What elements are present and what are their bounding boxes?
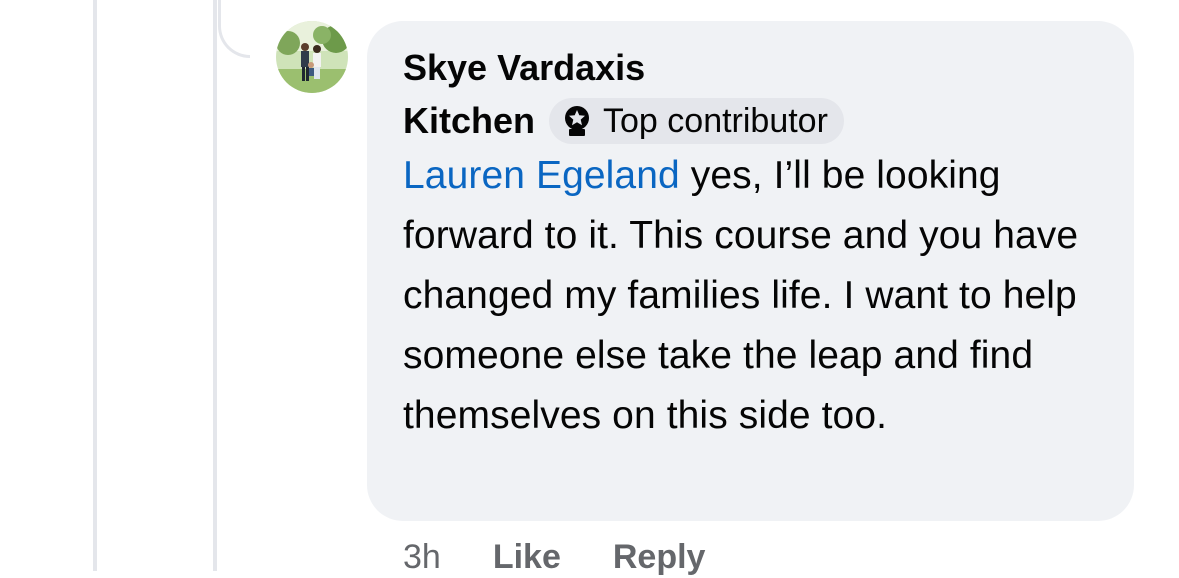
thread-line-outer xyxy=(93,0,97,571)
mention-link[interactable]: Lauren Egeland xyxy=(403,154,680,197)
reply-connector xyxy=(218,0,250,58)
comment-timestamp[interactable]: 3h xyxy=(403,536,441,578)
comment-actions: 3h Like Reply xyxy=(403,536,705,578)
author-name[interactable]: Skye Vardaxis xyxy=(403,47,1098,89)
comment-text: Lauren Egeland yes, I’ll be looking forw… xyxy=(403,146,1103,446)
author-affiliation: Kitchen xyxy=(403,100,536,141)
thread-line-inner xyxy=(213,0,217,571)
comment-bubble: Skye Vardaxis Kitchen Top contributor La… xyxy=(367,21,1134,521)
family-photo-avatar xyxy=(276,21,348,93)
top-contributor-badge[interactable]: Top contributor xyxy=(549,98,844,144)
like-button[interactable]: Like xyxy=(493,536,561,578)
reply-button[interactable]: Reply xyxy=(613,536,706,578)
author-meta-row: Kitchen Top contributor xyxy=(403,98,1098,144)
avatar[interactable] xyxy=(276,21,348,93)
badge-label: Top contributor xyxy=(603,101,828,140)
top-contributor-icon xyxy=(565,106,590,136)
